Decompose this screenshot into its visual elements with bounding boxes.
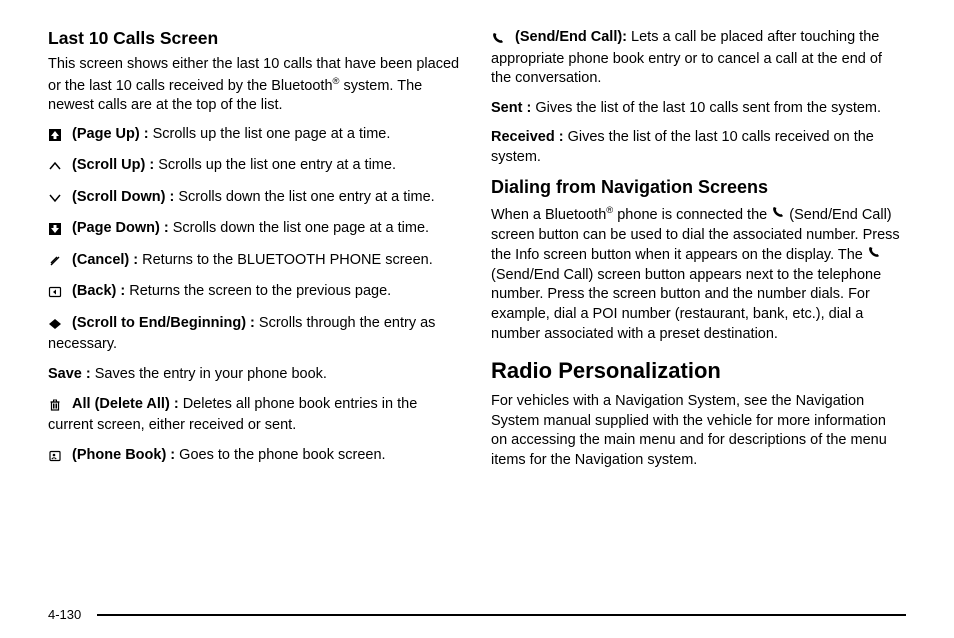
dialing-heading: Dialing from Navigation Screens (491, 177, 906, 198)
last-calls-intro: This screen shows either the last 10 cal… (48, 55, 463, 116)
radio-paragraph: For vehicles with a Navigation System, s… (491, 392, 906, 470)
definition-row: (Page Up) : Scrolls up the list one page… (48, 125, 463, 147)
page-up-icon (48, 127, 65, 147)
page-footer: 4-130 (48, 607, 906, 622)
definition-label: (Cancel) : (72, 252, 138, 268)
definition-row: (Phone Book) : Goes to the phone book sc… (48, 446, 463, 468)
phone-icon (867, 245, 881, 259)
phone-book-icon (48, 448, 65, 468)
scroll-down-icon (48, 190, 65, 210)
definition-label: (Back) : (72, 283, 125, 299)
left-definition-list: (Page Up) : Scrolls up the list one page… (48, 125, 463, 468)
right-column: (Send/End Call): Lets a call be placed a… (491, 28, 906, 479)
definition-desc: Returns the screen to the previous page. (129, 283, 391, 299)
definition-label: (Phone Book) : (72, 447, 175, 463)
definition-row: All (Delete All) : Deletes all phone boo… (48, 395, 463, 436)
dialing-paragraph: When a Bluetooth® phone is connected the… (491, 204, 906, 344)
definition-label: (Scroll to End/Beginning) : (72, 315, 255, 331)
definition-label: (Scroll Up) : (72, 157, 154, 173)
last-calls-heading: Last 10 Calls Screen (48, 28, 463, 49)
dial-b: phone is connected the (613, 207, 771, 223)
definition-desc: Returns to the BLUETOOTH PHONE screen. (142, 252, 433, 268)
back-icon (48, 284, 65, 304)
left-column: Last 10 Calls Screen This screen shows e… (48, 28, 463, 479)
radio-heading: Radio Personalization (491, 358, 906, 384)
page: Last 10 Calls Screen This screen shows e… (0, 0, 954, 638)
definition-label: (Page Down) : (72, 220, 169, 236)
footer-rule (97, 614, 906, 616)
phone-icon (771, 205, 785, 219)
delete-all-icon (48, 397, 65, 417)
scroll-up-icon (48, 158, 65, 178)
definition-desc: Saves the entry in your phone book. (95, 366, 327, 382)
definition-desc: Goes to the phone book screen. (179, 447, 385, 463)
definition-desc: Scrolls down the list one page at a time… (173, 220, 429, 236)
page-number: 4-130 (48, 607, 81, 622)
right-top-definition-list: (Send/End Call): Lets a call be placed a… (491, 28, 906, 167)
definition-row: (Back) : Returns the screen to the previ… (48, 282, 463, 304)
dial-a: When a Bluetooth (491, 207, 606, 223)
phone-icon (491, 30, 508, 50)
dial-d: (Send/End Call) screen button appears ne… (491, 267, 881, 342)
definition-row: (Scroll Up) : Scrolls up the list one en… (48, 156, 463, 178)
columns: Last 10 Calls Screen This screen shows e… (48, 28, 906, 479)
definition-row: (Page Down) : Scrolls down the list one … (48, 219, 463, 241)
definition-row: (Send/End Call): Lets a call be placed a… (491, 28, 906, 89)
definition-row: Sent : Gives the list of the last 10 cal… (491, 99, 906, 119)
definition-label: Sent : (491, 100, 531, 116)
page-down-icon (48, 221, 65, 241)
definition-desc: Scrolls down the list one entry at a tim… (178, 189, 434, 205)
definition-row: (Scroll to End/Beginning) : Scrolls thro… (48, 314, 463, 355)
definition-label: All (Delete All) : (72, 396, 179, 412)
definition-label: (Send/End Call): (515, 29, 627, 45)
definition-row: (Cancel) : Returns to the BLUETOOTH PHON… (48, 251, 463, 273)
definition-row: Received : Gives the list of the last 10… (491, 128, 906, 167)
definition-label: (Page Up) : (72, 126, 149, 142)
definition-label: Received : (491, 129, 564, 145)
cancel-icon (48, 253, 65, 273)
definition-row: (Scroll Down) : Scrolls down the list on… (48, 188, 463, 210)
definition-desc: Scrolls up the list one entry at a time. (158, 157, 396, 173)
scroll-end-icon (48, 316, 65, 336)
definition-row: Save : Saves the entry in your phone boo… (48, 365, 463, 385)
definition-desc: Scrolls up the list one page at a time. (153, 126, 391, 142)
definition-label: Save : (48, 366, 91, 382)
definition-desc: Gives the list of the last 10 calls sent… (535, 100, 881, 116)
definition-label: (Scroll Down) : (72, 189, 174, 205)
